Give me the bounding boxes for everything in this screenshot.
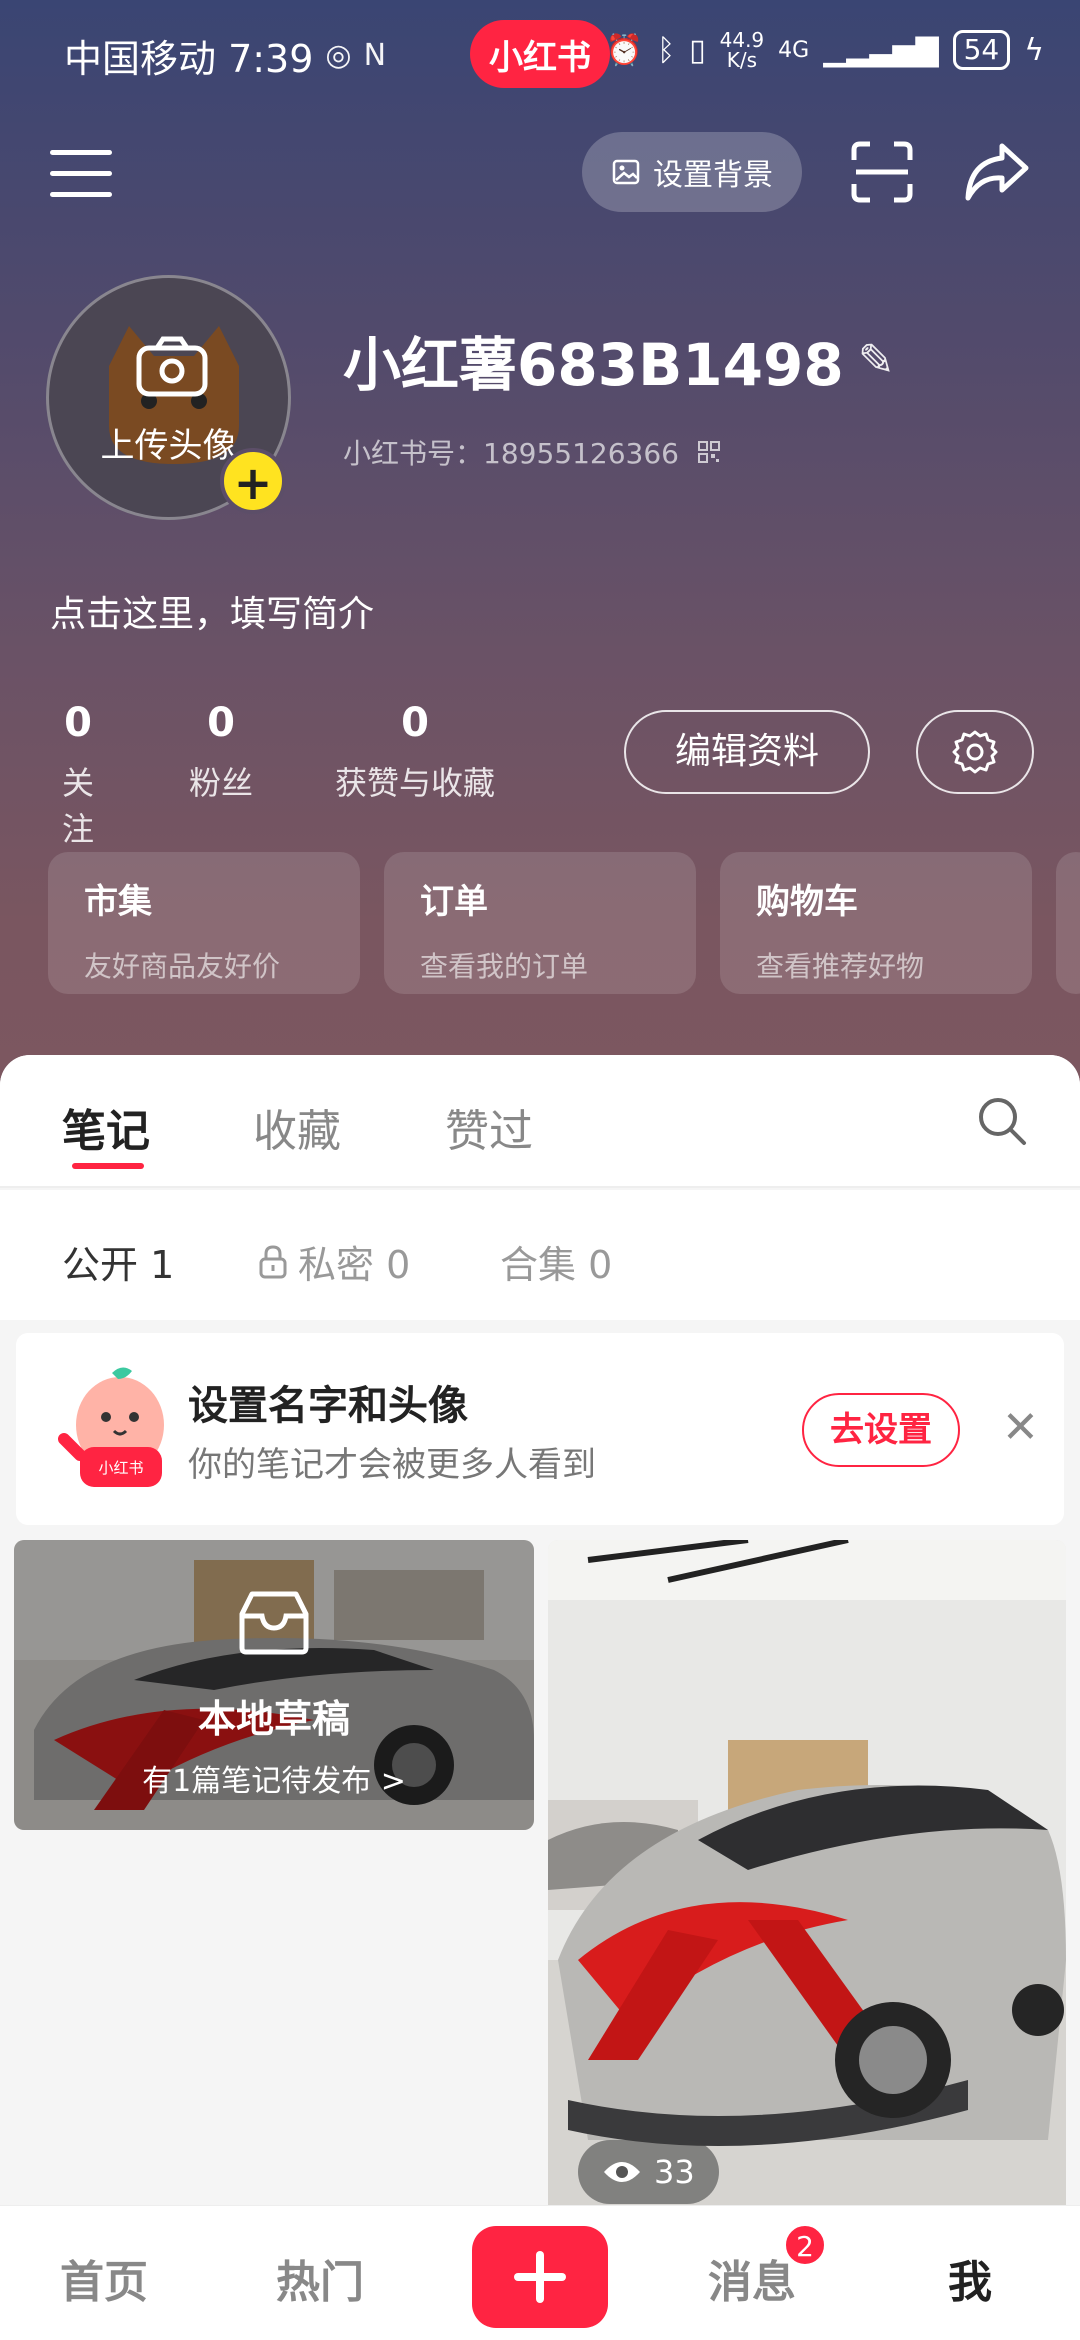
subtab-private[interactable]: 私密 0 [258,1234,410,1289]
tip-title: 设置名字和头像 [188,1383,468,1429]
redbook-id-label: 小红书号： [343,437,484,470]
search-icon[interactable] [976,1095,1028,1147]
setup-tip-card: 小红书 设置名字和头像 你的笔记才会被更多人看到 去设置 ✕ [16,1333,1064,1525]
signal-icon: ▁▂▃▅▇ [823,32,939,68]
status-right: ⏰ ᛒ ▯ 44.9 K/s 4G ▁▂▃▅▇ 54 ϟ [606,30,1044,70]
scan-icon[interactable] [850,140,914,204]
tab-liked[interactable]: 赞过 [445,1095,533,1159]
alarm-icon: ⏰ [605,32,644,68]
subtab-bar: 公开 1 私密 0 合集 0 [0,1190,1080,1320]
username[interactable]: 小红薯683B1498 ✎ [343,318,895,402]
go-setup-button[interactable]: 去设置 [802,1393,960,1467]
close-icon[interactable]: ✕ [1002,1403,1039,1453]
shortcut-market-subtitle: 友好商品友好价 [84,950,281,983]
camera-icon [136,336,208,397]
subtab-public[interactable]: 公开 1 [62,1234,174,1289]
stat-followers-label: 粉丝 [188,764,253,802]
bio[interactable]: 点击这里，填写简介 [50,585,374,637]
edit-pencil-icon[interactable]: ✎ [858,335,895,386]
shortcut-orders[interactable]: 订单 查看我的订单 [384,852,696,994]
stat-likes-num: 0 [401,700,429,746]
nav-me[interactable]: 我 [948,2246,992,2310]
shortcut-orders-title: 订单 [420,882,488,922]
redbook-id-value: 18955126366 [483,437,679,470]
qrcode-icon[interactable] [697,440,721,464]
battery-indicator: 54 [952,30,1011,70]
stat-followers[interactable]: 0 粉丝 [185,700,257,804]
nfc-icon: N [363,38,387,73]
subtab-private-label: 私密 0 [298,1243,411,1287]
bluetooth-icon: ᛒ [657,32,676,68]
shortcut-orders-subtitle: 查看我的订单 [420,950,589,983]
net-speed: 44.9 K/s [720,30,765,70]
stat-following-label: 关注 [61,764,94,848]
nav-messages[interactable]: 消息 [708,2246,796,2310]
settings-button[interactable] [916,710,1034,794]
content-panel: 笔记 收藏 赞过 公开 1 私密 0 合集 0 小红书 设置名字和头像 你的笔记… [0,1055,1080,2205]
nav-trending[interactable]: 热门 [276,2246,364,2310]
image-icon [612,159,640,185]
hamburger-menu-icon[interactable] [50,150,112,202]
shortcut-cart-title: 购物车 [756,882,858,922]
mascot-icon: 小红书 [58,1367,164,1487]
eye-icon [604,2162,640,2182]
status-left: 中国移动 7:39 ◎ N [64,28,386,83]
note-card[interactable]: 33 [548,1540,1066,2205]
message-badge: 2 [784,2224,826,2266]
add-avatar-icon[interactable]: + [220,448,286,514]
carrier-time: 中国移动 7:39 [64,37,314,81]
net-speed-unit: K/s [726,48,758,72]
top-bar: 设置背景 [0,120,1080,240]
charging-icon: ϟ [1024,32,1044,68]
lock-icon [259,1244,287,1278]
tip-subtitle: 你的笔记才会被更多人看到 [188,1445,596,1485]
network-type: 4G [778,37,810,63]
share-icon[interactable] [962,140,1030,204]
draft-title: 本地草稿 [197,1697,350,1741]
hd-icon: ◎ [325,38,352,73]
views-badge: 33 [578,2140,719,2204]
phone-icon: ▯ [689,32,706,68]
stat-following[interactable]: 0 关注 [50,700,106,850]
app-logo: 小红书 [470,20,610,88]
gear-icon [952,730,998,774]
shortcut-cart[interactable]: 购物车 查看推荐好物 [720,852,1032,994]
mascot-text: 小红书 [98,1459,143,1477]
nav-home[interactable]: 首页 [60,2246,148,2310]
stat-following-num: 0 [64,700,92,746]
car-showroom-photo [548,1540,1066,2205]
stat-likes-label: 获赞与收藏 [334,764,495,802]
stat-likes[interactable]: 0 获赞与收藏 [330,700,500,804]
tab-collections[interactable]: 收藏 [253,1095,341,1159]
create-post-button[interactable] [472,2226,608,2328]
shortcut-more-peek[interactable] [1056,852,1080,994]
inbox-icon [239,1591,309,1655]
draft-subtitle: 有1篇笔记待发布 > [142,1764,406,1799]
edit-profile-button[interactable]: 编辑资料 [624,710,870,794]
shortcut-market[interactable]: 市集 友好商品友好价 [48,852,360,994]
redbook-id[interactable]: 小红书号：18955126366 [343,432,721,472]
bottom-nav: 首页 热门 消息 2 我 [0,2205,1080,2340]
set-background-label: 设置背景 [653,158,773,193]
plus-icon [514,2251,566,2303]
profile-header: 中国移动 7:39 ◎ N 小红书 ⏰ ᛒ ▯ 44.9 K/s 4G ▁▂▃▅… [0,0,1080,1090]
draft-card[interactable]: 本地草稿 有1篇笔记待发布 > [14,1540,534,1830]
tab-active-indicator [72,1163,144,1169]
shortcut-market-title: 市集 [84,882,152,922]
shortcut-cart-subtitle: 查看推荐好物 [756,950,925,983]
subtab-albums[interactable]: 合集 0 [500,1234,612,1289]
stat-followers-num: 0 [207,700,235,746]
set-background-button[interactable]: 设置背景 [582,132,802,212]
views-count: 33 [654,2153,695,2191]
status-bar: 中国移动 7:39 ◎ N 小红书 ⏰ ᛒ ▯ 44.9 K/s 4G ▁▂▃▅… [0,0,1080,110]
tab-notes[interactable]: 笔记 [62,1095,150,1159]
tab-bar: 笔记 收藏 赞过 [0,1055,1080,1188]
username-text: 小红薯683B1498 [343,331,844,399]
